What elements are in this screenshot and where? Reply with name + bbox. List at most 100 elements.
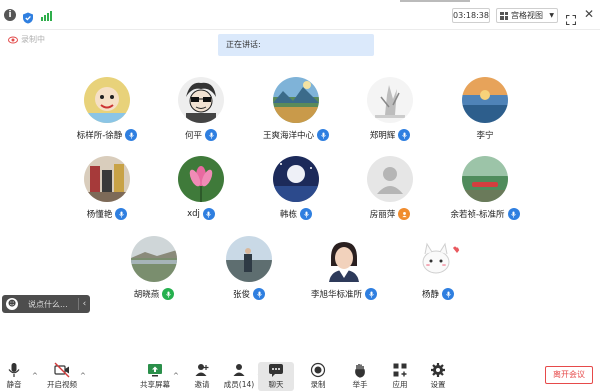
signal-icon[interactable] [41,9,53,21]
participant-tile[interactable]: 余若祯-标准所 [425,156,545,226]
close-icon[interactable]: ✕ [584,7,594,21]
shield-icon[interactable] [22,9,34,24]
participant-name: 韩栋 [279,210,297,220]
view-mode-button[interactable]: 宫格视图 ▼ [496,8,558,23]
settings-button[interactable]: 设置 [420,362,456,391]
avatar [273,156,319,202]
bottom-toolbar: 静音 ^ 开启视频 ^ 共享屏幕 ^ 邀请 成员(14) ^ 聊天 录制 [0,358,600,391]
avatar [84,156,130,202]
chat-label: 聊天 [268,380,284,389]
apps-button[interactable]: 应用 [382,362,418,391]
default-avatar-icon [367,156,413,202]
avatar [178,156,224,202]
avatar [462,156,508,202]
fullscreen-icon[interactable] [565,10,577,26]
chat-button[interactable]: 聊天 [258,362,294,391]
avatar [84,77,130,123]
microphone-icon [202,208,215,220]
record-icon [310,362,326,378]
raise-hand-label: 举手 [352,380,368,389]
participant-name: 王爽海洋中心 [262,131,314,141]
members-button[interactable]: 成员(14) [221,362,257,391]
microphone-icon [317,129,329,141]
avatar [131,236,177,282]
chevron-down-icon: ▼ [549,12,554,19]
info-icon[interactable]: i [4,9,16,21]
avatar [178,77,224,123]
divider [77,298,79,310]
video-button[interactable]: 开启视频 [44,362,80,391]
microphone-icon [115,208,128,220]
top-bar: i 03:18:38 宫格视图 ▼ ✕ [0,0,600,30]
settings-label: 设置 [430,380,446,389]
avatar [273,77,319,123]
record-label: 录制 [310,380,326,389]
chat-input[interactable]: ☻ 说点什么... ‹ [2,295,90,313]
invite-button[interactable]: 邀请 [184,362,220,391]
grid-icon [500,11,508,20]
avatar [226,236,272,282]
microphone-icon [398,129,411,141]
avatar [462,77,508,123]
add-user-icon [194,362,210,378]
apps-icon [392,362,408,378]
avatar [415,236,461,282]
participant-tile[interactable]: 李宁 [425,77,545,147]
collapse-chevron-icon[interactable]: ‹ [83,299,87,309]
microphone-icon [365,288,377,300]
recording-indicator: 录制中 [8,34,45,45]
microphone-icon [205,129,217,141]
chat-icon [268,362,284,378]
record-button[interactable]: 录制 [300,362,336,391]
microphone-icon [162,288,175,300]
share-label: 共享屏幕 [140,380,170,389]
video-options-chevron-icon[interactable]: ^ [80,372,86,380]
microphone-icon [507,208,520,220]
video-label: 开启视频 [47,380,77,389]
mute-button[interactable]: 静音 [0,362,32,391]
share-screen-button[interactable]: 共享屏幕 [137,362,173,391]
chat-placeholder: 说点什么... [28,299,68,309]
microphone-icon [6,362,22,378]
participant-name: 杨静 [421,290,439,300]
participant-name: 余若祯-标准所 [450,210,505,220]
meeting-timer: 03:18:38 [452,8,490,23]
user-status-icon [398,208,411,220]
eye-icon [8,36,18,43]
participant-name: 李旭华标准所 [310,290,362,300]
microphone-icon [442,288,454,300]
share-screen-icon [147,362,163,378]
gear-icon [430,362,446,378]
apps-label: 应用 [392,380,408,389]
avatar [321,236,367,282]
participant-name: 标样所-徐静 [76,131,123,141]
microphone-icon [125,129,138,141]
leave-meeting-button[interactable]: 离开会议 [545,366,593,384]
mute-options-chevron-icon[interactable]: ^ [32,372,38,380]
members-label: 成员(14) [223,380,255,389]
participant-name: 房丽萍 [369,210,396,220]
view-mode-label: 宫格视图 [511,11,543,20]
members-icon [231,362,247,378]
participant-tile[interactable]: 杨静 [378,236,498,306]
video-off-icon [54,362,70,378]
participant-name: 杨懂艳 [86,210,113,220]
microphone-icon [300,208,312,220]
microphone-icon [253,288,265,300]
share-options-chevron-icon[interactable]: ^ [173,372,179,380]
participant-name: 郑明辉 [369,131,396,141]
participant-name: 何平 [184,131,202,141]
speaking-indicator: 正在讲话: [218,34,374,56]
meeting-window: { "topbar": { "timer": "03:18:38", "view… [0,0,600,391]
participant-name: 李宁 [476,131,494,141]
mute-label: 静音 [6,380,22,389]
invite-label: 邀请 [194,380,210,389]
participant-name: 张俊 [232,290,250,300]
raise-hand-button[interactable]: 举手 [342,362,378,391]
participant-name: xdj [187,209,200,219]
window-title-strip [400,0,470,2]
avatar [367,77,413,123]
hand-icon [352,362,368,378]
recording-label: 录制中 [21,35,45,44]
emoji-icon[interactable]: ☻ [6,298,18,310]
